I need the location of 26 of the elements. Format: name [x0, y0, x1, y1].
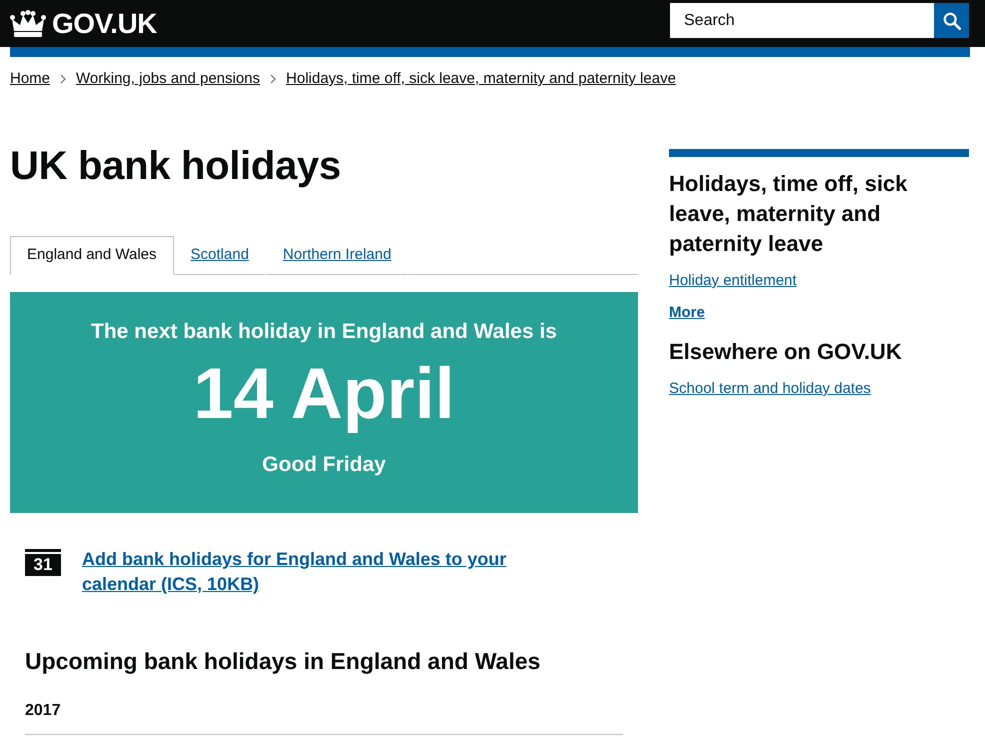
page-title: UK bank holidays: [10, 143, 342, 190]
chevron-icon: [270, 74, 276, 84]
next-holiday-name: Good Friday: [261, 452, 387, 478]
search-button[interactable]: [934, 3, 969, 38]
region-tab[interactable]: Northern Ireland: [266, 236, 408, 275]
region-tab[interactable]: Scotland: [174, 236, 266, 275]
search-field[interactable]: Search: [670, 3, 934, 38]
sidebar-link[interactable]: School term and holiday dates: [669, 379, 871, 399]
crown-icon: [10, 10, 46, 38]
calendar-icon: 31: [25, 549, 61, 576]
breadcrumb-link[interactable]: Working, jobs and pensions: [76, 69, 260, 89]
calendar-download-link[interactable]: Add bank holidays for England and Wales to your calendar (ICS, 10KB): [82, 547, 512, 597]
breadcrumb-link[interactable]: Home: [10, 69, 50, 89]
region-tab[interactable]: England and Wales: [10, 236, 174, 275]
breadcrumb-link[interactable]: Holidays, time off, sick leave, maternity and paternity leave: [286, 69, 676, 89]
chevron-icon: [60, 74, 66, 84]
more-link[interactable]: More: [669, 303, 705, 323]
sidebar-heading: Holidays, time off, sick leave, maternity and paternity leave: [669, 170, 908, 258]
next-holiday-date: 14 April: [192, 354, 456, 434]
upcoming-heading: Upcoming bank holidays in England and Wales: [25, 647, 542, 676]
year-heading: 2017: [25, 701, 62, 721]
search-icon: [942, 12, 960, 30]
next-holiday-intro: The next bank holiday in England and Wales is: [90, 319, 558, 345]
sidebar-heading: Elsewhere on GOV.UK: [669, 338, 902, 366]
govuk-logo-link[interactable]: GOV.UK: [10, 8, 157, 40]
sidebar-link[interactable]: Holiday entitlement: [669, 271, 797, 291]
